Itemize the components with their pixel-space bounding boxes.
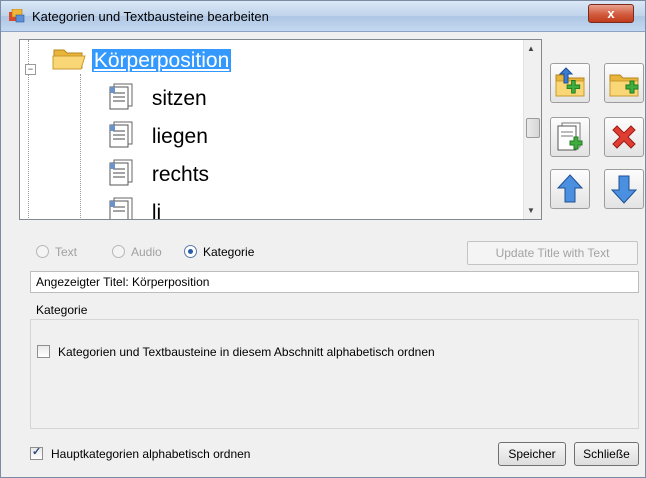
tree-node-label: liegen: [151, 125, 208, 148]
radio-audio[interactable]: Audio: [112, 245, 162, 259]
delete-button[interactable]: [604, 117, 644, 157]
category-group-label: Kategorie: [36, 303, 88, 317]
move-up-icon: [556, 174, 584, 203]
radio-text[interactable]: Text: [36, 245, 77, 259]
close-button[interactable]: Schließe: [574, 442, 639, 466]
add-folder-button[interactable]: [604, 63, 644, 103]
document-icon: [106, 158, 138, 192]
add-document-button[interactable]: [550, 117, 590, 157]
sort-main-checkbox[interactable]: Hauptkategorien alphabetisch ordnen: [30, 445, 251, 461]
move-up-button[interactable]: [550, 169, 590, 209]
tree-node-child[interactable]: sitzen: [106, 82, 207, 116]
displayed-title-field[interactable]: Angezeigter Titel: Körperposition: [30, 271, 639, 293]
app-icon: [9, 8, 25, 23]
delete-icon: [612, 125, 636, 149]
document-icon: [106, 120, 138, 154]
tree-scrollbar[interactable]: ▲ ▼: [523, 40, 541, 219]
dialog-window: Kategorien und Textbausteine bearbeiten …: [0, 0, 646, 478]
radio-category-label: Kategorie: [203, 245, 255, 259]
folder-up-button[interactable]: [550, 63, 590, 103]
collapse-icon[interactable]: −: [25, 64, 36, 75]
sort-main-label: Hauptkategorien alphabetisch ordnen: [51, 447, 251, 461]
radio-circle: [184, 245, 197, 258]
move-down-button[interactable]: [604, 169, 644, 209]
document-icon: [106, 196, 138, 219]
category-group-box: Kategorien und Textbausteine in diesem A…: [30, 319, 639, 429]
folder-up-icon: [555, 67, 585, 97]
title-bar: Kategorien und Textbausteine bearbeiten …: [1, 1, 645, 32]
move-down-icon: [610, 175, 638, 204]
close-window-button[interactable]: x: [588, 4, 634, 23]
save-button[interactable]: Speicher: [498, 442, 566, 466]
tree-node-child[interactable]: li: [106, 196, 162, 220]
sort-section-label: Kategorien und Textbausteine in diesem A…: [58, 345, 435, 359]
tree-node-label: li: [151, 201, 162, 220]
add-document-icon: [557, 122, 583, 151]
scroll-up-icon[interactable]: ▲: [527, 44, 535, 53]
window-title: Kategorien und Textbausteine bearbeiten: [32, 9, 269, 24]
update-title-button[interactable]: Update Title with Text: [467, 241, 638, 265]
document-icon: [106, 82, 138, 116]
radio-category[interactable]: Kategorie: [184, 245, 254, 259]
tree-node-label: rechts: [151, 163, 210, 186]
tree-node-child[interactable]: liegen: [106, 120, 208, 154]
scroll-down-icon[interactable]: ▼: [527, 206, 535, 215]
category-tree[interactable]: − Körperposition sitzen liegen rechts li…: [19, 39, 542, 220]
tree-node-label: Körperposition: [91, 49, 232, 72]
radio-text-label: Text: [55, 245, 78, 259]
checkbox-box[interactable]: [37, 345, 50, 358]
folder-open-icon: [52, 46, 86, 76]
checkbox-box[interactable]: [30, 445, 43, 460]
close-icon: x: [607, 6, 615, 21]
radio-circle: [36, 245, 49, 258]
tree-node-root[interactable]: − Körperposition: [25, 46, 232, 76]
radio-circle: [112, 245, 125, 258]
tree-node-label: sitzen: [151, 87, 207, 110]
radio-audio-label: Audio: [131, 245, 162, 259]
tree-guide-line: [80, 74, 81, 219]
add-folder-icon: [609, 74, 639, 97]
sort-section-checkbox[interactable]: Kategorien und Textbausteine in diesem A…: [37, 345, 435, 359]
tree-node-child[interactable]: rechts: [106, 158, 209, 192]
scroll-thumb[interactable]: [526, 118, 540, 138]
